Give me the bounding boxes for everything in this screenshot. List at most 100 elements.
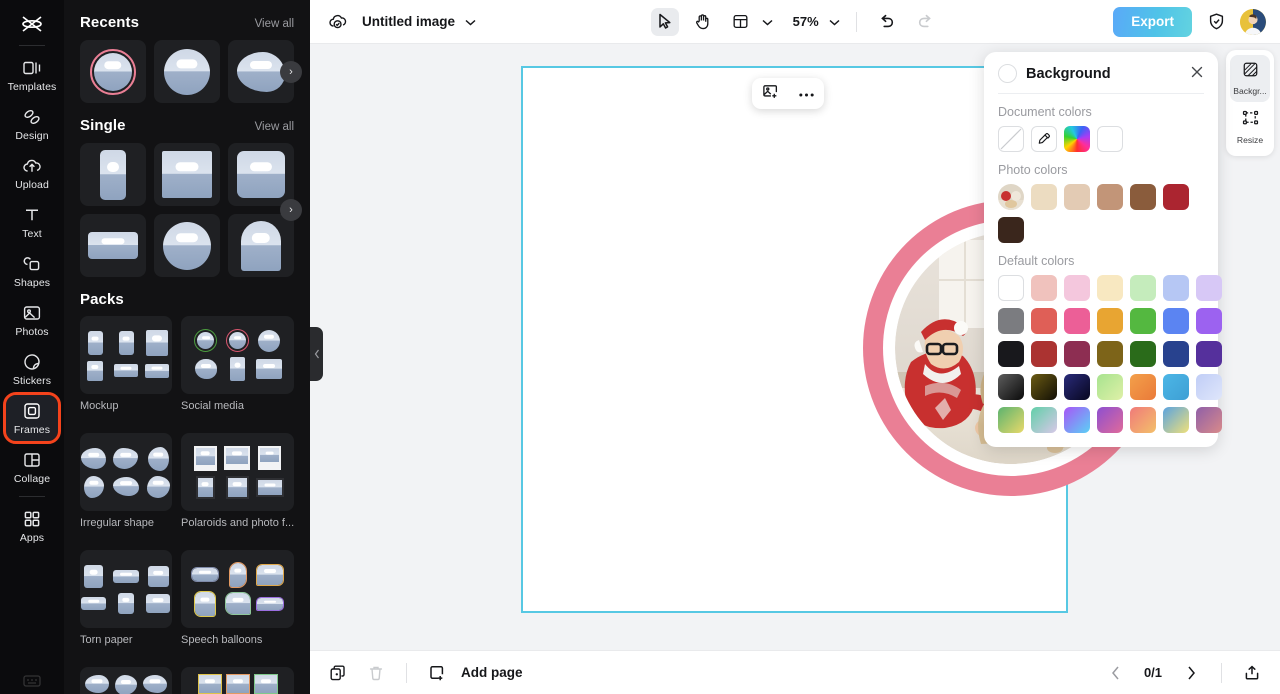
chevron-down-icon[interactable] — [465, 13, 476, 31]
layout-tool-button[interactable] — [727, 8, 755, 36]
default-color-swatch-20[interactable] — [1196, 341, 1222, 367]
white-swatch[interactable] — [1097, 126, 1123, 152]
right-rail-item-background[interactable]: Backgr... — [1230, 55, 1270, 102]
pack-item[interactable] — [80, 667, 172, 694]
default-color-swatch-26[interactable] — [1163, 374, 1189, 400]
default-color-swatch-8[interactable] — [1031, 308, 1057, 334]
default-color-swatch-10[interactable] — [1097, 308, 1123, 334]
photo-color-3[interactable] — [1097, 184, 1123, 210]
rail-item-frames[interactable]: Frames — [3, 392, 61, 444]
more-options-button[interactable] — [798, 85, 815, 103]
photo-color-6[interactable] — [998, 217, 1024, 243]
default-color-swatch-4[interactable] — [1130, 275, 1156, 301]
right-rail-item-resize[interactable]: Resize — [1230, 104, 1270, 151]
default-color-swatch-19[interactable] — [1163, 341, 1189, 367]
pack-item[interactable]: Irregular shape — [80, 433, 172, 541]
pack-item[interactable]: Social media — [181, 316, 295, 424]
frame-thumb-circle-2[interactable] — [154, 214, 220, 277]
photo-color-2[interactable] — [1064, 184, 1090, 210]
default-color-swatch-21[interactable] — [998, 374, 1024, 400]
frame-thumb-arch[interactable] — [228, 214, 294, 277]
select-tool-button[interactable] — [650, 7, 679, 36]
pack-item[interactable] — [181, 667, 295, 694]
frame-thumb-circle-outline[interactable] — [80, 40, 146, 103]
view-all-link-recents[interactable]: View all — [255, 18, 294, 30]
rail-item-stickers[interactable]: Stickers — [6, 346, 58, 392]
photo-color-1[interactable] — [1031, 184, 1057, 210]
pack-item[interactable]: Mockup — [80, 316, 172, 424]
default-color-swatch-15[interactable] — [1031, 341, 1057, 367]
undo-button[interactable] — [873, 8, 901, 36]
pack-thumbnail[interactable] — [181, 316, 295, 394]
user-avatar[interactable] — [1240, 8, 1266, 35]
export-button[interactable]: Export — [1113, 6, 1192, 37]
zoom-level[interactable]: 57% — [793, 14, 819, 29]
rail-item-text[interactable]: Text — [6, 199, 58, 245]
rail-item-templates[interactable]: Templates — [6, 52, 58, 98]
current-background-swatch[interactable] — [998, 64, 1017, 83]
pack-item[interactable]: Speech balloons — [181, 550, 295, 658]
duplicate-page-button[interactable] — [324, 659, 352, 687]
pack-thumbnail[interactable] — [80, 550, 172, 628]
capcut-logo-icon[interactable] — [0, 6, 64, 42]
next-page-button[interactable] — [1177, 659, 1205, 687]
pack-thumbnail[interactable] — [80, 316, 172, 394]
keyboard-icon[interactable] — [0, 674, 64, 688]
default-color-swatch-23[interactable] — [1064, 374, 1090, 400]
prev-page-button[interactable] — [1101, 659, 1129, 687]
pack-item[interactable]: Torn paper — [80, 550, 172, 658]
default-color-swatch-5[interactable] — [1163, 275, 1189, 301]
default-color-swatch-32[interactable] — [1130, 407, 1156, 433]
default-color-swatch-28[interactable] — [998, 407, 1024, 433]
default-color-swatch-1[interactable] — [1031, 275, 1057, 301]
rail-item-design[interactable]: Design — [6, 101, 58, 147]
eyedropper-swatch[interactable] — [1031, 126, 1057, 152]
frame-thumb-circle[interactable] — [154, 40, 220, 103]
pack-thumbnail[interactable] — [181, 667, 295, 694]
default-color-swatch-14[interactable] — [998, 341, 1024, 367]
add-page-icon[interactable] — [423, 659, 451, 687]
default-color-swatch-2[interactable] — [1064, 275, 1090, 301]
default-color-swatch-11[interactable] — [1130, 308, 1156, 334]
color-picker-swatch[interactable] — [1064, 126, 1090, 152]
pack-thumbnail[interactable] — [80, 433, 172, 511]
rail-item-collage[interactable]: Collage — [6, 444, 58, 490]
default-color-swatch-6[interactable] — [1196, 275, 1222, 301]
rail-item-upload[interactable]: Upload — [6, 150, 58, 196]
zoom-chevron-down-icon[interactable] — [829, 13, 840, 31]
default-color-swatch-25[interactable] — [1130, 374, 1156, 400]
rail-item-apps[interactable]: Apps — [6, 503, 58, 549]
default-color-swatch-7[interactable] — [998, 308, 1024, 334]
transparent-swatch[interactable] — [998, 126, 1024, 152]
default-color-swatch-27[interactable] — [1196, 374, 1222, 400]
photo-color-5[interactable] — [1163, 184, 1189, 210]
default-color-swatch-22[interactable] — [1031, 374, 1057, 400]
default-color-swatch-18[interactable] — [1130, 341, 1156, 367]
recents-next-arrow[interactable]: › — [280, 60, 302, 83]
rail-item-photos[interactable]: Photos — [6, 297, 58, 343]
default-color-swatch-24[interactable] — [1097, 374, 1123, 400]
panel-collapse-handle[interactable] — [310, 327, 323, 381]
pack-thumbnail[interactable] — [80, 667, 172, 694]
frame-thumb-square-rounded[interactable] — [228, 143, 294, 206]
pack-thumbnail[interactable] — [181, 433, 295, 511]
frame-thumb-square[interactable] — [154, 143, 220, 206]
pack-thumbnail[interactable] — [181, 550, 295, 628]
frame-thumb-landscape[interactable] — [80, 214, 146, 277]
default-color-swatch-3[interactable] — [1097, 275, 1123, 301]
cloud-saved-icon[interactable] — [324, 8, 352, 36]
single-next-arrow[interactable]: › — [280, 199, 302, 221]
default-color-swatch-17[interactable] — [1097, 341, 1123, 367]
frame-thumb-portrait[interactable] — [80, 143, 146, 206]
view-all-link-single[interactable]: View all — [255, 121, 294, 133]
default-color-swatch-30[interactable] — [1064, 407, 1090, 433]
default-color-swatch-29[interactable] — [1031, 407, 1057, 433]
default-color-swatch-33[interactable] — [1163, 407, 1189, 433]
replace-image-button[interactable] — [762, 83, 779, 105]
pack-item[interactable]: Polaroids and photo f... — [181, 433, 295, 541]
rail-item-shapes[interactable]: Shapes — [6, 248, 58, 294]
close-icon[interactable] — [1190, 65, 1204, 82]
default-color-swatch-9[interactable] — [1064, 308, 1090, 334]
hand-tool-button[interactable] — [689, 8, 717, 36]
default-color-swatch-12[interactable] — [1163, 308, 1189, 334]
